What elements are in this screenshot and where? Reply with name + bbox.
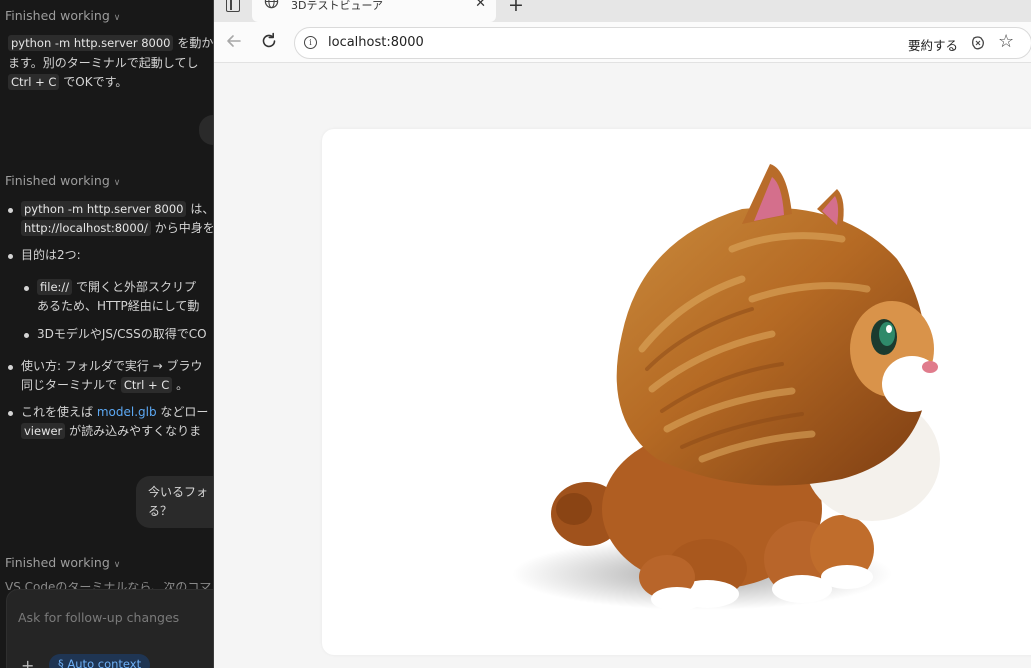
tab-title: 3Dテストビューア: [291, 0, 384, 12]
message-text: ます。別のターミナルで起動してし: [8, 55, 199, 70]
message-text: を動か: [177, 36, 214, 50]
status-label: Finished working: [5, 8, 110, 23]
message-text: でOKです。: [63, 75, 128, 89]
summarize-button[interactable]: 要約する: [908, 35, 958, 54]
list-text: などロー: [160, 405, 209, 419]
user-message-text: 今いるフォ: [148, 485, 209, 499]
3d-model-viewer[interactable]: [322, 129, 1031, 655]
message-composer[interactable]: Ask for follow-up changes + § Auto conte…: [6, 589, 214, 668]
inline-code: Ctrl + C: [8, 74, 60, 90]
list-text: で開くと外部スクリプ: [75, 280, 196, 294]
chevron-down-icon: ∨: [113, 178, 121, 188]
bullet-dot: [24, 333, 29, 338]
composer-input[interactable]: Ask for follow-up changes: [18, 610, 179, 625]
assistant-message-1: python -m http.server 8000 を動か ます。別のターミナ…: [8, 34, 214, 93]
auto-context-button[interactable]: § Auto context: [49, 654, 151, 668]
bullet-dot: [8, 411, 13, 416]
cat-3d-model: [512, 164, 942, 611]
bullet-dot: [8, 208, 13, 213]
status-finished-working-2[interactable]: Finished working ∨: [5, 173, 120, 188]
back-icon[interactable]: [224, 31, 244, 51]
user-message-bubble: [199, 115, 214, 145]
list-text: あるため、HTTP経由にして動: [37, 298, 200, 313]
auto-context-label: Auto context: [67, 657, 142, 668]
user-message-text: る？: [148, 504, 173, 518]
file-link[interactable]: model.glb: [97, 405, 157, 419]
list-text: 。: [176, 377, 189, 392]
add-attachment-button[interactable]: +: [21, 656, 34, 668]
browser-toolbar: i localhost:8000 要約する ☆: [214, 22, 1031, 63]
list-item: 目的は2つ:: [21, 248, 81, 262]
sidebar-toggle-icon[interactable]: [226, 0, 240, 12]
bullet-dot: [24, 286, 29, 291]
browser-window: 3Dテストビューア ✕ + i localhost:8000 要約する ☆: [213, 0, 1031, 668]
list-text: は、: [190, 202, 214, 216]
close-icon[interactable]: ✕: [475, 0, 486, 11]
chevron-down-icon: ∨: [113, 13, 121, 23]
address-url[interactable]: localhost:8000: [328, 35, 424, 50]
inline-code: http://localhost:8000/: [21, 219, 151, 236]
bullet-dot: [8, 365, 13, 370]
status-label: Finished working: [5, 173, 110, 188]
list-item: 3DモデルやJS/CSSの取得でCO: [37, 327, 207, 341]
globe-icon: [264, 0, 279, 9]
inline-code: python -m http.server 8000: [21, 201, 187, 217]
copilot-icon[interactable]: [970, 35, 986, 51]
address-bar[interactable]: i localhost:8000 要約する ☆: [294, 27, 1031, 59]
list-text: が読み込みやすくなりま: [69, 423, 202, 438]
chat-panel: Finished working ∨ python -m http.server …: [0, 0, 214, 668]
list-item: これを使えば model.glb などロー viewer が読み込みやすくなりま: [21, 403, 208, 440]
list-item: file:// で開くと外部スクリプ あるため、HTTP経由にして動: [37, 278, 199, 315]
list-text: 使い方: フォルダで実行 → ブラウ: [21, 359, 203, 373]
context-icon: §: [58, 657, 64, 668]
reload-icon[interactable]: [259, 31, 279, 51]
list-text: 同じターミナルで: [21, 377, 118, 392]
status-finished-working-3[interactable]: Finished working ∨: [5, 555, 120, 570]
tab-bar: 3Dテストビューア ✕ +: [214, 0, 1031, 22]
page-content: [214, 63, 1031, 668]
info-icon[interactable]: i: [304, 36, 317, 49]
status-label: Finished working: [5, 555, 110, 570]
list-item: 使い方: フォルダで実行 → ブラウ 同じターミナルで Ctrl + C 。: [21, 357, 203, 394]
tab-3d-viewer[interactable]: 3Dテストビューア ✕: [252, 0, 496, 22]
chevron-down-icon: ∨: [113, 560, 121, 570]
inline-code: file://: [37, 279, 73, 295]
inline-code: python -m http.server 8000: [8, 35, 174, 51]
status-finished-working-1[interactable]: Finished working ∨: [5, 8, 120, 23]
new-tab-icon[interactable]: +: [508, 0, 524, 16]
list-text: これを使えば: [21, 405, 94, 419]
list-text: から中身を: [154, 220, 214, 235]
list-item: python -m http.server 8000 は、 http://loc…: [21, 200, 214, 237]
bullet-dot: [8, 254, 13, 259]
inline-code: viewer: [21, 422, 66, 439]
inline-code: Ctrl + C: [120, 376, 173, 393]
user-message-bubble: 今いるフォ る？: [136, 476, 214, 528]
favorite-star-icon[interactable]: ☆: [998, 31, 1014, 52]
